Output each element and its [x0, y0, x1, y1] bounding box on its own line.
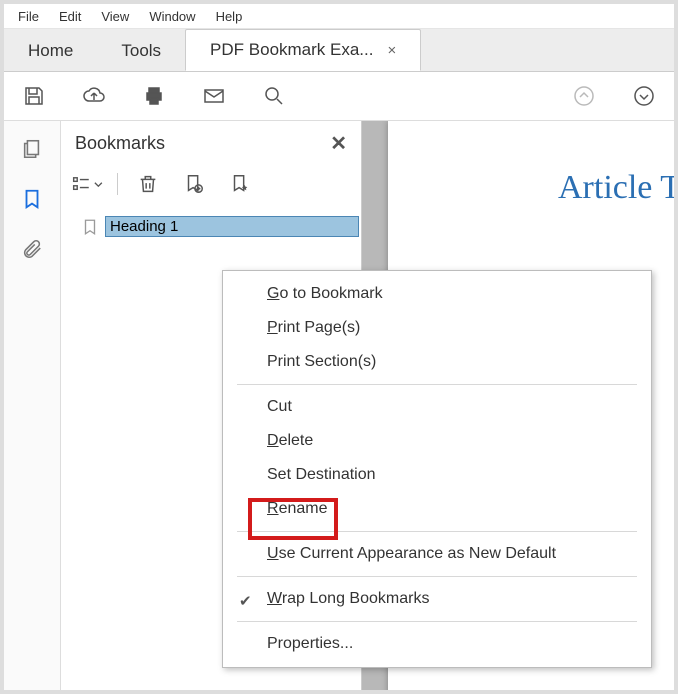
ctx-set-destination[interactable]: Set Destination [223, 458, 651, 492]
toolbar-divider [117, 173, 118, 195]
chevron-down-icon [94, 180, 103, 189]
ctx-wrap-long-bookmarks[interactable]: ✔Wrap Long Bookmarks [223, 582, 651, 616]
ctx-print-sections[interactable]: Print Section(s) [223, 345, 651, 379]
context-menu: Go to Bookmark Print Page(s) Print Secti… [222, 270, 652, 668]
check-icon: ✔ [239, 592, 252, 610]
search-button[interactable] [258, 80, 290, 112]
arrow-up-circle-icon [572, 84, 596, 108]
article-title: Article T [558, 169, 674, 207]
bookmark-from-structure-button[interactable] [224, 168, 256, 200]
bookmark-item[interactable]: Heading 1 [81, 216, 359, 237]
panel-toolbar [61, 162, 361, 210]
panel-title: Bookmarks [75, 133, 165, 154]
arrow-down-circle-icon [632, 84, 656, 108]
cloud-upload-button[interactable] [78, 80, 110, 112]
print-button[interactable] [138, 80, 170, 112]
thumbnails-rail-button[interactable] [18, 135, 46, 163]
annotation-highlight [248, 498, 338, 540]
save-icon [22, 84, 46, 108]
menu-view[interactable]: View [91, 7, 139, 26]
paperclip-icon [21, 238, 43, 260]
menu-edit[interactable]: Edit [49, 7, 91, 26]
mail-button[interactable] [198, 80, 230, 112]
ctx-separator [237, 576, 637, 577]
print-icon [142, 84, 166, 108]
bookmark-star-icon [229, 173, 251, 195]
tab-close-button[interactable]: × [387, 42, 396, 59]
app-window: File Edit View Window Help Home Tools PD… [0, 0, 678, 694]
panel-close-button[interactable]: ✕ [330, 131, 347, 156]
side-rail [4, 121, 61, 693]
pages-icon [21, 138, 43, 160]
menu-bar: File Edit View Window Help [4, 4, 674, 29]
prev-page-button[interactable] [568, 80, 600, 112]
panel-options-button[interactable] [71, 168, 103, 200]
new-bookmark-button[interactable] [178, 168, 210, 200]
next-page-button[interactable] [628, 80, 660, 112]
ctx-cut[interactable]: Cut [223, 390, 651, 424]
bookmark-small-icon [81, 218, 99, 236]
trash-icon [137, 173, 159, 195]
ctx-go-to-bookmark[interactable]: Go to Bookmark [223, 277, 651, 311]
main-toolbar [4, 72, 674, 121]
ctx-separator [237, 384, 637, 385]
ctx-separator [237, 621, 637, 622]
menu-file[interactable]: File [8, 7, 49, 26]
tab-document-label: PDF Bookmark Exa... [210, 40, 373, 60]
menu-help[interactable]: Help [206, 7, 253, 26]
body-text: su [558, 231, 674, 272]
tab-strip: Home Tools PDF Bookmark Exa... × [4, 29, 674, 72]
document-heading: Heading 1 [558, 691, 674, 693]
menu-window[interactable]: Window [139, 7, 205, 26]
list-icon [71, 173, 92, 195]
tab-tools[interactable]: Tools [97, 31, 185, 71]
ctx-use-current-appearance[interactable]: Use Current Appearance as New Default [223, 537, 651, 571]
bookmarks-rail-button[interactable] [18, 185, 46, 213]
bookmark-add-icon [183, 173, 205, 195]
panel-header: Bookmarks ✕ [61, 121, 361, 162]
attachments-rail-button[interactable] [18, 235, 46, 263]
cloud-upload-icon [82, 84, 106, 108]
search-icon [262, 84, 286, 108]
ctx-delete[interactable]: Delete [223, 424, 651, 458]
ctx-print-pages[interactable]: Print Page(s) [223, 311, 651, 345]
delete-bookmark-button[interactable] [132, 168, 164, 200]
tab-document[interactable]: PDF Bookmark Exa... × [185, 29, 421, 71]
bookmark-icon [21, 188, 43, 210]
tab-home[interactable]: Home [4, 31, 97, 71]
bookmark-list: Heading 1 [61, 210, 361, 237]
mail-icon [202, 84, 226, 108]
save-button[interactable] [18, 80, 50, 112]
ctx-properties[interactable]: Properties... [223, 627, 651, 661]
bookmark-label-input[interactable]: Heading 1 [105, 216, 359, 237]
